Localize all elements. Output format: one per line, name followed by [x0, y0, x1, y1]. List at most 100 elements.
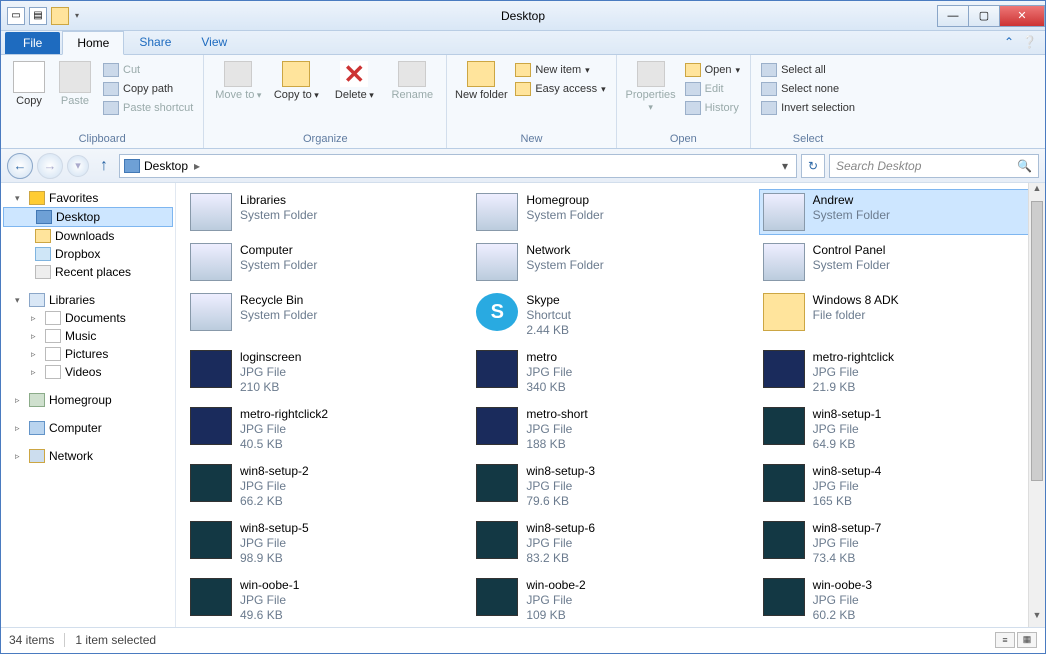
- file-item[interactable]: metro-rightclickJPG File21.9 KB: [759, 346, 1035, 399]
- file-item[interactable]: metro-shortJPG File188 KB: [472, 403, 748, 456]
- quick-access-toolbar: ▭ ▤ ▾: [1, 7, 81, 25]
- paste-shortcut-button[interactable]: Paste shortcut: [99, 99, 197, 117]
- item-name: win8-setup-2: [240, 464, 309, 479]
- item-thumbnail: [190, 578, 232, 616]
- paste-button[interactable]: Paste: [53, 57, 97, 107]
- file-item[interactable]: SSkypeShortcut2.44 KB: [472, 289, 748, 342]
- maximize-button[interactable]: ▢: [968, 5, 1000, 27]
- tree-homegroup[interactable]: ▹Homegroup: [1, 391, 175, 409]
- search-input[interactable]: Search Desktop 🔍: [829, 154, 1039, 178]
- rename-button[interactable]: Rename: [384, 57, 440, 101]
- tree-downloads[interactable]: Downloads: [1, 227, 175, 245]
- app-icon[interactable]: ▭: [7, 7, 25, 25]
- recent-locations-button[interactable]: ▾: [67, 155, 89, 177]
- file-item[interactable]: win8-setup-6JPG File83.2 KB: [472, 517, 748, 570]
- edit-icon: [685, 82, 701, 96]
- move-to-button[interactable]: Move to: [210, 57, 266, 101]
- qat-newfolder-icon[interactable]: [51, 7, 69, 25]
- tree-videos[interactable]: ▹Videos: [1, 363, 175, 381]
- navigation-pane[interactable]: ▾Favorites Desktop Downloads Dropbox Rec…: [1, 183, 176, 627]
- file-item[interactable]: loginscreenJPG File210 KB: [186, 346, 462, 399]
- invert-selection-button[interactable]: Invert selection: [757, 99, 859, 117]
- tree-pictures[interactable]: ▹Pictures: [1, 345, 175, 363]
- ribbon: Copy Paste Cut Copy path Paste shortcut …: [1, 55, 1045, 149]
- tab-view[interactable]: View: [186, 30, 242, 54]
- history-button[interactable]: History: [681, 99, 744, 117]
- item-thumbnail: [190, 243, 232, 281]
- copy-button[interactable]: Copy: [7, 57, 51, 107]
- file-item[interactable]: win-oobe-2JPG File109 KB: [472, 574, 748, 627]
- tree-dropbox[interactable]: Dropbox: [1, 245, 175, 263]
- qat-dropdown[interactable]: ▾: [73, 11, 81, 20]
- new-folder-button[interactable]: New folder: [453, 57, 509, 101]
- large-icons-view-button[interactable]: ▦: [1017, 632, 1037, 648]
- file-item[interactable]: win8-setup-1JPG File64.9 KB: [759, 403, 1035, 456]
- file-item[interactable]: metroJPG File340 KB: [472, 346, 748, 399]
- pictures-icon: [45, 347, 61, 361]
- file-item[interactable]: AndrewSystem Folder: [759, 189, 1035, 235]
- refresh-button[interactable]: ↻: [801, 154, 825, 178]
- status-selected: 1 item selected: [75, 633, 156, 647]
- item-thumbnail: [763, 407, 805, 445]
- edit-button[interactable]: Edit: [681, 80, 744, 98]
- file-item[interactable]: NetworkSystem Folder: [472, 239, 748, 285]
- easy-access-button[interactable]: Easy access: [511, 80, 609, 98]
- qat-properties-icon[interactable]: ▤: [29, 7, 47, 25]
- file-item[interactable]: win8-setup-4JPG File165 KB: [759, 460, 1035, 513]
- breadcrumb[interactable]: Desktop: [144, 159, 188, 173]
- properties-button[interactable]: Properties: [623, 57, 679, 113]
- minimize-button[interactable]: —: [937, 5, 969, 27]
- file-item[interactable]: HomegroupSystem Folder: [472, 189, 748, 235]
- address-bar[interactable]: Desktop ▸ ▾: [119, 154, 797, 178]
- tree-computer[interactable]: ▹Computer: [1, 419, 175, 437]
- scroll-up-button[interactable]: ▲: [1029, 183, 1045, 200]
- item-name: win8-setup-5: [240, 521, 309, 536]
- tree-recent[interactable]: Recent places: [1, 263, 175, 281]
- tree-libraries[interactable]: ▾Libraries: [1, 291, 175, 309]
- copy-path-button[interactable]: Copy path: [99, 80, 197, 98]
- back-button[interactable]: ←: [7, 153, 33, 179]
- close-button[interactable]: ✕: [999, 5, 1045, 27]
- tree-favorites[interactable]: ▾Favorites: [1, 189, 175, 207]
- item-size: 40.5 KB: [240, 437, 328, 452]
- cut-button[interactable]: Cut: [99, 61, 197, 79]
- new-item-button[interactable]: New item: [511, 61, 609, 79]
- file-item[interactable]: win-oobe-1JPG File49.6 KB: [186, 574, 462, 627]
- file-item[interactable]: metro-rightclick2JPG File40.5 KB: [186, 403, 462, 456]
- up-button[interactable]: ↑: [93, 155, 115, 177]
- file-item[interactable]: Control PanelSystem Folder: [759, 239, 1035, 285]
- file-item[interactable]: win8-setup-7JPG File73.4 KB: [759, 517, 1035, 570]
- items-grid[interactable]: LibrariesSystem FolderHomegroupSystem Fo…: [176, 183, 1045, 627]
- file-item[interactable]: Windows 8 ADKFile folder: [759, 289, 1035, 342]
- file-item[interactable]: LibrariesSystem Folder: [186, 189, 462, 235]
- tab-file[interactable]: File: [5, 32, 60, 54]
- file-item[interactable]: win8-setup-3JPG File79.6 KB: [472, 460, 748, 513]
- scroll-down-button[interactable]: ▼: [1029, 610, 1045, 627]
- select-none-button[interactable]: Select none: [757, 80, 859, 98]
- tab-home[interactable]: Home: [62, 31, 124, 55]
- file-item[interactable]: win8-setup-5JPG File98.9 KB: [186, 517, 462, 570]
- tree-music[interactable]: ▹Music: [1, 327, 175, 345]
- file-item[interactable]: ComputerSystem Folder: [186, 239, 462, 285]
- minimize-ribbon-icon[interactable]: ⌃: [1004, 35, 1014, 49]
- scrollbar[interactable]: ▲ ▼: [1028, 183, 1045, 627]
- tree-documents[interactable]: ▹Documents: [1, 309, 175, 327]
- help-icon[interactable]: ❔: [1022, 35, 1037, 49]
- details-view-button[interactable]: ≡: [995, 632, 1015, 648]
- select-all-button[interactable]: Select all: [757, 61, 859, 79]
- file-item[interactable]: Recycle BinSystem Folder: [186, 289, 462, 342]
- star-icon: [29, 191, 45, 205]
- breadcrumb-separator[interactable]: ▸: [188, 159, 206, 173]
- forward-button[interactable]: →: [37, 153, 63, 179]
- file-item[interactable]: win8-setup-2JPG File66.2 KB: [186, 460, 462, 513]
- tab-share[interactable]: Share: [124, 30, 186, 54]
- item-name: Libraries: [240, 193, 317, 208]
- delete-button[interactable]: ✕Delete: [326, 57, 382, 101]
- open-button[interactable]: Open: [681, 61, 744, 79]
- file-item[interactable]: win-oobe-3JPG File60.2 KB: [759, 574, 1035, 627]
- scroll-thumb[interactable]: [1031, 201, 1043, 481]
- copy-to-button[interactable]: Copy to: [268, 57, 324, 101]
- address-dropdown[interactable]: ▾: [778, 159, 792, 173]
- tree-desktop[interactable]: Desktop: [3, 207, 173, 227]
- tree-network[interactable]: ▹Network: [1, 447, 175, 465]
